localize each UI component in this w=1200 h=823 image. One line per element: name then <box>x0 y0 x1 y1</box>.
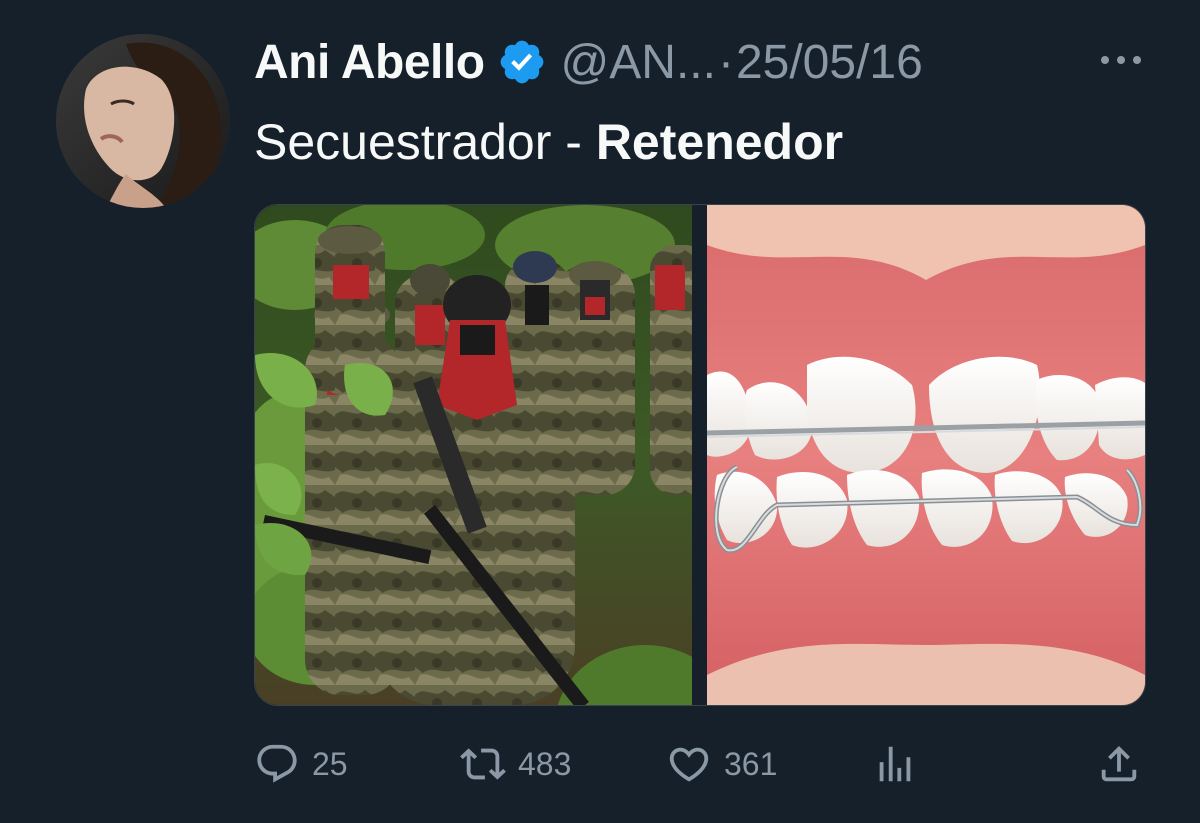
retweet-button[interactable]: 483 <box>460 736 571 792</box>
analytics-button[interactable] <box>872 736 918 792</box>
like-button[interactable]: 361 <box>666 736 777 792</box>
action-bar: 25 483 361 <box>254 736 1144 792</box>
media-image-retainer[interactable] <box>707 205 1145 705</box>
author-name[interactable]: Ani Abello <box>254 35 485 90</box>
tweet-text-bold: Retenedor <box>595 114 844 170</box>
retweet-count: 483 <box>518 745 572 782</box>
tweet: Ani Abello @AN... · 25/05/16 Secuestrado… <box>0 0 1200 823</box>
tweet-text: Secuestrador - Retenedor <box>254 110 843 174</box>
tweet-date[interactable]: 25/05/16 <box>736 35 923 90</box>
verified-badge-icon <box>500 40 543 84</box>
author-handle[interactable]: @AN... <box>561 35 716 90</box>
reply-count: 25 <box>312 745 348 782</box>
share-button[interactable] <box>1096 736 1142 792</box>
reply-button[interactable]: 25 <box>254 736 348 792</box>
like-count: 361 <box>724 745 778 782</box>
avatar[interactable] <box>56 34 230 208</box>
like-icon <box>669 747 709 782</box>
retweet-icon <box>460 748 506 780</box>
tweet-text-regular: Secuestrador - <box>254 114 596 170</box>
tweet-media <box>254 204 1146 706</box>
separator-dot: · <box>717 35 734 89</box>
reply-icon <box>257 744 297 783</box>
tweet-header: Ani Abello @AN... · 25/05/16 <box>254 30 923 94</box>
media-divider <box>692 205 707 705</box>
share-icon <box>1101 745 1137 782</box>
more-icon[interactable] <box>1098 50 1144 70</box>
analytics-icon <box>879 746 911 782</box>
media-image-guerrillas[interactable] <box>255 205 692 705</box>
